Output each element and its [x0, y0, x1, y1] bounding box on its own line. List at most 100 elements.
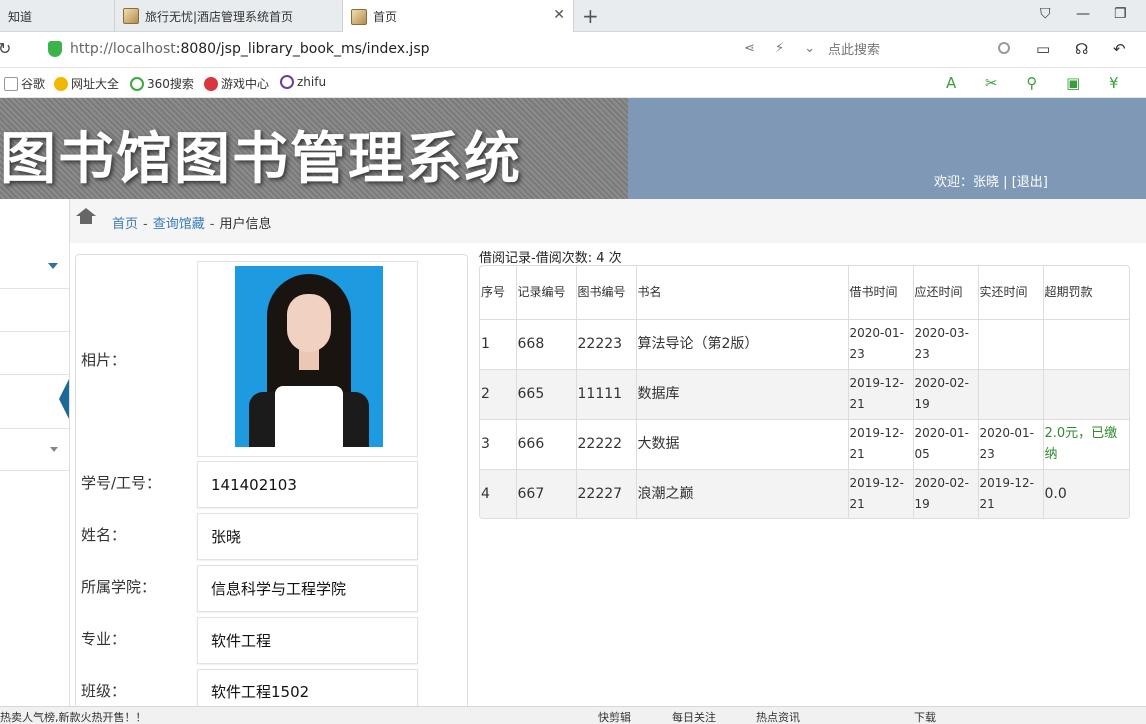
column-header: 超期罚款 [1042, 266, 1129, 320]
field-label: 专业： [81, 630, 127, 648]
security-shield-icon [48, 41, 62, 57]
page-favicon-icon [351, 8, 367, 25]
cell-no: 3 [480, 418, 517, 470]
column-header: 应还时间 [912, 266, 979, 320]
user-photo [235, 266, 383, 447]
bookmarks-bar: 谷歌 网址大全 360搜索 游戏中心 zhifu A ✂ ⚲ ▣ ¥ [0, 68, 1146, 98]
tab-label: 首页 [373, 10, 398, 24]
field-value-name: 张晓 [197, 513, 418, 560]
breadcrumb-sep: - [143, 217, 148, 232]
shirt-skin-icon[interactable]: ⛉ [1040, 6, 1051, 22]
status-download[interactable]: 下载 [914, 709, 936, 724]
field-row-college: 所属学院： 信息科学与工程学院 [76, 565, 469, 617]
table-header-row: 序号 记录编号 图书编号 书名 借书时间 应还时间 实还时间 超期罚款 [480, 266, 1129, 320]
column-header: 书名 [635, 266, 849, 320]
welcome-area: 欢迎：张晓 | [退出] [934, 171, 1048, 190]
cell-due: 2020-02-19 [912, 468, 979, 518]
cell-book: 22222 [575, 418, 637, 470]
search-icon[interactable] [998, 42, 1010, 54]
status-quick-edit[interactable]: 快剪辑 [598, 709, 631, 724]
chevron-down-icon [50, 447, 58, 452]
cell-record: 665 [515, 368, 577, 420]
field-value-major: 软件工程 [197, 617, 418, 664]
cell-no: 2 [480, 368, 517, 420]
url-field[interactable]: http://localhost:8080/jsp_library_book_m… [70, 41, 430, 57]
tab-label: 旅行无忧|酒店管理系统首页 [145, 9, 294, 24]
cell-name: 数据库 [635, 368, 849, 420]
bookmark-label: 游戏中心 [221, 77, 270, 91]
bookmark-google[interactable]: 谷歌 [4, 75, 45, 92]
column-header: 图书编号 [575, 266, 637, 320]
new-tab-button[interactable]: + [582, 4, 599, 28]
cell-due: 2020-02-19 [912, 368, 979, 420]
cell-borrow: 2020-01-23 [847, 318, 914, 370]
active-indicator-icon [59, 379, 69, 419]
logout-link[interactable]: [退出] [1012, 175, 1048, 190]
welcome-divider: | [1003, 175, 1008, 190]
column-header: 借书时间 [847, 266, 914, 320]
address-bar: ↻ http://localhost:8080/jsp_library_book… [0, 32, 1146, 68]
bookmark-label: 网址大全 [71, 77, 120, 91]
globe-icon [280, 75, 294, 89]
refresh-icon[interactable]: ↻ [0, 39, 11, 58]
directory-icon [54, 76, 68, 91]
search-input[interactable] [816, 36, 1018, 64]
game-icon [204, 76, 218, 91]
sidebar-item[interactable] [0, 289, 70, 332]
toolbar-extension-icons[interactable]: ▭ ☊ ↶ [1036, 40, 1136, 58]
tab-close-icon[interactable]: ✕ [553, 7, 565, 23]
bookmark-game-center[interactable]: 游戏中心 [204, 75, 269, 92]
field-row-name: 姓名： 张晓 [76, 513, 469, 565]
minimize-icon[interactable]: — [1076, 6, 1090, 22]
bookmark-tools-icons[interactable]: A ✂ ⚲ ▣ ¥ [946, 74, 1131, 92]
cell-fine [1042, 368, 1129, 420]
bookmark-label: 360搜索 [147, 77, 194, 91]
sidebar-item[interactable] [0, 429, 70, 471]
cell-record: 667 [515, 468, 577, 518]
share-icon[interactable]: ⋖ ⚡ ⌄ [744, 41, 823, 56]
cell-record: 666 [515, 418, 577, 470]
cell-book: 11111 [575, 368, 637, 420]
cell-name: 浪潮之巅 [635, 468, 849, 518]
status-promo-link[interactable]: 热卖人气榜,新款火热开售！！ [0, 709, 147, 724]
status-hot-news[interactable]: 热点资讯 [756, 709, 800, 724]
column-header: 序号 [480, 266, 517, 320]
bookmark-url-directory[interactable]: 网址大全 [54, 75, 119, 92]
sidebar-item[interactable] [0, 243, 70, 289]
bookmark-label: 谷歌 [21, 77, 46, 91]
sidebar-item[interactable] [0, 332, 70, 375]
table-row: 2 665 11111 数据库 2019-12-21 2020-02-19 [480, 368, 1129, 420]
tab-hotel-system[interactable]: 旅行无忧|酒店管理系统首页 [114, 0, 340, 32]
status-daily-focus[interactable]: 每日关注 [672, 709, 716, 724]
maximize-icon[interactable]: ❐ [1114, 6, 1127, 22]
bookmark-360-search[interactable]: 360搜索 [130, 75, 194, 92]
photo-frame [197, 261, 418, 457]
records-table: 序号 记录编号 图书编号 书名 借书时间 应还时间 实还时间 超期罚款 1 66… [480, 266, 1129, 518]
bookmark-label: zhifu [297, 75, 327, 89]
field-row-id: 学号/工号： 141402103 [76, 461, 469, 513]
cell-borrow: 2019-12-21 [847, 368, 914, 420]
left-sidebar [0, 199, 70, 709]
photo-label: 相片： [81, 351, 127, 369]
url-path: :8080/jsp_library_book_ms/index.jsp [175, 41, 430, 57]
column-header: 记录编号 [515, 266, 577, 320]
breadcrumb-sep: - [209, 217, 215, 232]
bookmark-zhifu[interactable]: zhifu [280, 75, 326, 89]
tab-home-active[interactable]: 首页 ✕ [342, 0, 574, 33]
photo-shirt [275, 386, 343, 447]
browser-search [816, 36, 1018, 64]
table-row: 3 666 22222 大数据 2019-12-21 2020-01-05 20… [480, 418, 1129, 470]
breadcrumb-home[interactable]: 首页 [112, 217, 138, 232]
username-link[interactable]: 张晓 [973, 175, 999, 190]
breadcrumb-search-collection[interactable]: 查询馆藏 [153, 217, 205, 232]
field-label: 班级： [81, 682, 127, 700]
cell-borrow: 2019-12-21 [847, 418, 914, 470]
url-host: http://localhost [70, 41, 176, 57]
tab-zhidao[interactable]: 知道 [0, 0, 112, 32]
cell-name: 大数据 [635, 418, 849, 470]
table-row: 4 667 22227 浪潮之巅 2019-12-21 2020-02-19 2… [480, 468, 1129, 518]
breadcrumb-current: 用户信息 [219, 217, 272, 232]
photo-row: 相片： [76, 255, 469, 461]
field-row-major: 专业： 软件工程 [76, 617, 469, 669]
chevron-down-icon [48, 263, 58, 269]
